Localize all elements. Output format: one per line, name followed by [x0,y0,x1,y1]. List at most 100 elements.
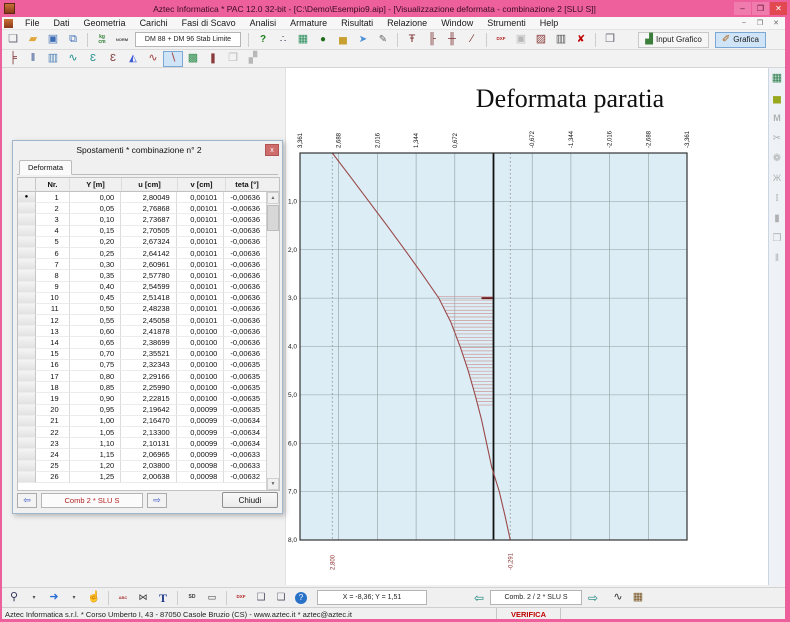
analysis-options-icon[interactable]: ∴ [273,32,293,48]
table-row[interactable]: 8 0,35 2,57780 0,00101 -0,00636 [18,270,266,282]
values-table-icon[interactable]: ▦ [628,590,648,606]
zoom-dropdown-icon[interactable]: ▾ [24,590,44,606]
pan-dropdown-icon[interactable]: ▾ [64,590,84,606]
table-row[interactable]: 15 0,70 2,35521 0,00100 -0,00636 [18,348,266,360]
menu-item-dati[interactable]: Dati [47,18,77,28]
row-selector[interactable] [18,203,36,215]
menu-item-window[interactable]: Window [434,18,480,28]
grafica-button[interactable]: ✐ Grafica [714,31,766,48]
input-grafico-button[interactable]: ▟ Input Grafico [638,31,709,48]
deformation-chart[interactable]: 3,361 2,688 2,016 1,344 0,672 -0,672 -1,344 -2,… [285,68,768,585]
color-map-icon[interactable]: ▩ [183,51,203,67]
row-selector[interactable] [18,348,36,360]
row-selector[interactable] [18,292,36,304]
dialog-title-bar[interactable]: Spostamenti * combinazione n° 2 x [13,141,282,159]
hand-icon[interactable]: ☝ [84,590,104,606]
table-row[interactable]: 25 1,20 2,03800 0,00098 -0,00633 [18,460,266,472]
rebar-design-icon[interactable]: ▨ [531,32,551,48]
row-selector[interactable] [18,303,36,316]
row-selector[interactable] [18,259,36,271]
wall-inclined-icon[interactable]: ∕ [462,32,482,48]
wall-profile-icon[interactable]: ╞ [3,51,23,67]
row-selector[interactable] [18,382,36,394]
close-button[interactable]: ✕ [770,2,787,15]
soil-layers-icon[interactable]: ▅ [333,32,353,48]
table-row[interactable]: 5 0,20 2,67324 0,00101 -0,00636 [18,236,266,248]
save-all-icon[interactable]: ⧉ [63,32,83,48]
pressure-left-icon[interactable]: Ɛ [83,51,103,67]
text-tool-icon[interactable]: T [153,590,173,606]
table-row[interactable]: 6 0,25 2,64142 0,00101 -0,00636 [18,247,266,260]
table-row[interactable]: 16 0,75 2,32343 0,00100 -0,00635 [18,359,266,371]
wall-displacement-icon[interactable]: ❚ [203,51,223,67]
help-icon[interactable]: ? [295,591,307,604]
dxf-icon[interactable]: DXF [231,590,251,606]
row-selector[interactable] [18,404,36,416]
scroll-up-icon[interactable]: ▲ [267,192,279,204]
menu-item-carichi[interactable]: Carichi [133,18,175,28]
chiudi-button[interactable]: Chiudi [222,492,278,508]
table-row[interactable]: 19 0,90 2,22815 0,00100 -0,00635 [18,393,266,405]
table-row[interactable]: 26 1,25 2,00638 0,00098 -0,00632 [18,471,266,483]
pressure-diagram-icon[interactable]: ◭ [123,51,143,67]
menu-item-relazione[interactable]: Relazione [380,18,434,28]
report-icon[interactable]: ❒ [600,32,620,48]
row-selector[interactable] [18,449,36,461]
prev-comb-arrow[interactable]: ⇦ [471,591,487,605]
row-selector[interactable] [18,438,36,450]
wall-load-icon[interactable]: Ŧ [402,32,422,48]
row-selector[interactable]: ● [18,192,36,204]
edit-drawing-icon[interactable]: ✎ [373,32,393,48]
row-selector[interactable] [18,393,36,405]
pressure-right-icon[interactable]: Ɛ [103,51,123,67]
table-row[interactable]: 14 0,65 2,38699 0,00100 -0,00636 [18,337,266,349]
displacement-plot-icon[interactable]: ∿ [143,51,163,67]
chart-icon[interactable]: ▅ [770,91,785,106]
moment-diagrams-icon[interactable]: ∿ [63,51,83,67]
materials-icon[interactable]: ● [313,32,333,48]
wall-anchor-left-icon[interactable]: ╟ [422,32,442,48]
row-selector[interactable] [18,359,36,371]
section-plane-icon[interactable]: ➤ [353,32,373,48]
save-icon[interactable]: ▣ [43,32,63,48]
table-row[interactable]: 22 1,05 2,13300 0,00099 -0,00634 [18,426,266,439]
row-selector[interactable] [18,247,36,260]
dimension-sd-icon[interactable]: SD [182,590,202,606]
row-selector[interactable] [18,460,36,472]
dimension-style-icon[interactable]: ▭ [202,590,222,606]
table-row[interactable]: 2 0,05 2,76868 0,00101 -0,00636 [18,203,266,215]
menu-item-strumenti[interactable]: Strumenti [480,18,533,28]
row-selector[interactable] [18,415,36,427]
normative-selector[interactable]: DM 88 + DM 96 Stab Limite [135,32,241,47]
table-row[interactable]: 17 0,80 2,29166 0,00100 -0,00635 [18,371,266,383]
wall-3d-icon[interactable]: ▥ [43,51,63,67]
table-row[interactable]: 7 0,30 2,60961 0,00101 -0,00636 [18,259,266,271]
next-comb-arrow[interactable]: ⇨ [585,591,601,605]
row-selector[interactable] [18,270,36,282]
dialog-close-icon[interactable]: x [265,144,279,156]
next-combination-button[interactable]: ⇨ [147,492,167,508]
units-icon[interactable]: kg cm [92,32,112,48]
row-selector[interactable] [18,371,36,383]
menu-item-armature[interactable]: Armature [283,18,334,28]
table-row[interactable]: 18 0,85 2,25990 0,00100 -0,00635 [18,382,266,394]
table-row[interactable]: 24 1,15 2,06965 0,00099 -0,00633 [18,449,266,461]
maximize-button[interactable]: ❐ [752,2,769,15]
tab-deformata[interactable]: Deformata [19,160,73,175]
row-selector[interactable] [18,225,36,237]
table-row[interactable]: ● 1 0,00 2,80049 0,00101 -0,00636 [18,192,266,204]
table-row[interactable]: 12 0,55 2,45058 0,00101 -0,00636 [18,315,266,327]
mdi-minimize-button[interactable]: ‒ [738,19,750,27]
prev-combination-button[interactable]: ⇦ [17,492,37,508]
diagram-curve-icon[interactable]: ∿ [608,590,628,606]
row-selector[interactable] [18,326,36,338]
char-style-icon[interactable]: ABC [113,590,133,606]
deformed-shape-icon[interactable]: ∖ [163,50,183,67]
new-file-icon[interactable]: ❏ [3,32,23,48]
row-selector[interactable] [18,236,36,248]
table-row[interactable]: 9 0,40 2,54599 0,00101 -0,00636 [18,281,266,293]
results-grid-icon[interactable]: ▦ [770,71,785,86]
table-row[interactable]: 13 0,60 2,41878 0,00100 -0,00636 [18,326,266,338]
row-selector[interactable] [18,426,36,439]
pan-arrow-icon[interactable]: ➜ [44,590,64,606]
